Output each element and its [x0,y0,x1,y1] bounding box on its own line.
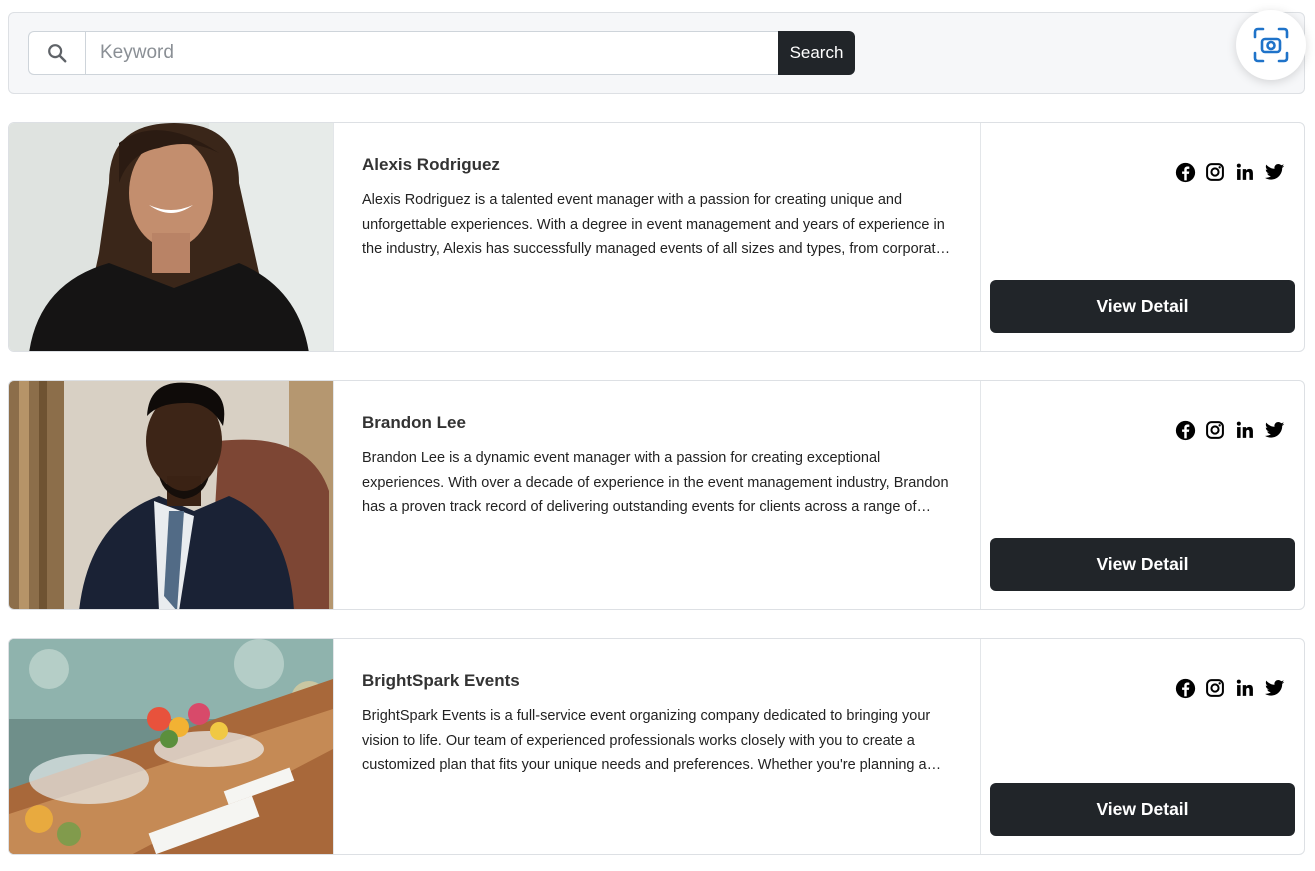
linkedin-icon[interactable] [1234,161,1256,183]
social-links [1174,677,1286,699]
profile-photo [9,639,333,854]
event-manager-card: Alexis Rodriguez Alexis Rodriguez is a t… [8,122,1305,352]
scan-button[interactable] [1236,10,1306,80]
search-bar: Search [28,31,855,75]
profile-photo [9,123,333,351]
card-actions: View Detail [981,123,1304,351]
twitter-icon[interactable] [1264,419,1286,441]
card-description: Alexis Rodriguez is a talented event man… [362,192,945,257]
card-actions: View Detail [981,381,1304,609]
card-body: Alexis Rodriguez Alexis Rodriguez is a t… [333,123,981,351]
card-title: Alexis Rodriguez [362,155,500,174]
view-detail-button[interactable]: View Detail [990,783,1295,836]
search-icon [48,44,67,63]
card-title: BrightSpark Events [362,671,520,690]
card-body: Brandon Lee Brandon Lee is a dynamic eve… [333,381,981,609]
search-panel: Search [8,12,1305,94]
event-manager-card: Brandon Lee Brandon Lee is a dynamic eve… [8,380,1305,610]
instagram-icon[interactable] [1204,161,1226,183]
card-description: Brandon Lee is a dynamic event manager w… [362,450,949,515]
search-input[interactable] [85,31,778,75]
linkedin-icon[interactable] [1234,677,1256,699]
card-title: Brandon Lee [362,413,466,432]
event-company-card: BrightSpark Events BrightSpark Events is… [8,638,1305,855]
search-button[interactable]: Search [778,31,855,75]
facebook-icon[interactable] [1174,419,1196,441]
search-icon-container [28,31,85,75]
linkedin-icon[interactable] [1234,419,1256,441]
view-detail-button[interactable]: View Detail [990,280,1295,333]
facebook-icon[interactable] [1174,677,1196,699]
social-links [1174,419,1286,441]
twitter-icon[interactable] [1264,161,1286,183]
facebook-icon[interactable] [1174,161,1196,183]
camera-scan-icon [1253,27,1289,63]
card-description: BrightSpark Events is a full-service eve… [362,708,931,773]
instagram-icon[interactable] [1204,677,1226,699]
twitter-icon[interactable] [1264,677,1286,699]
instagram-icon[interactable] [1204,419,1226,441]
profile-photo [9,381,333,609]
card-actions: View Detail [981,639,1304,854]
view-detail-button[interactable]: View Detail [990,538,1295,591]
social-links [1174,161,1286,183]
card-body: BrightSpark Events BrightSpark Events is… [333,639,981,854]
